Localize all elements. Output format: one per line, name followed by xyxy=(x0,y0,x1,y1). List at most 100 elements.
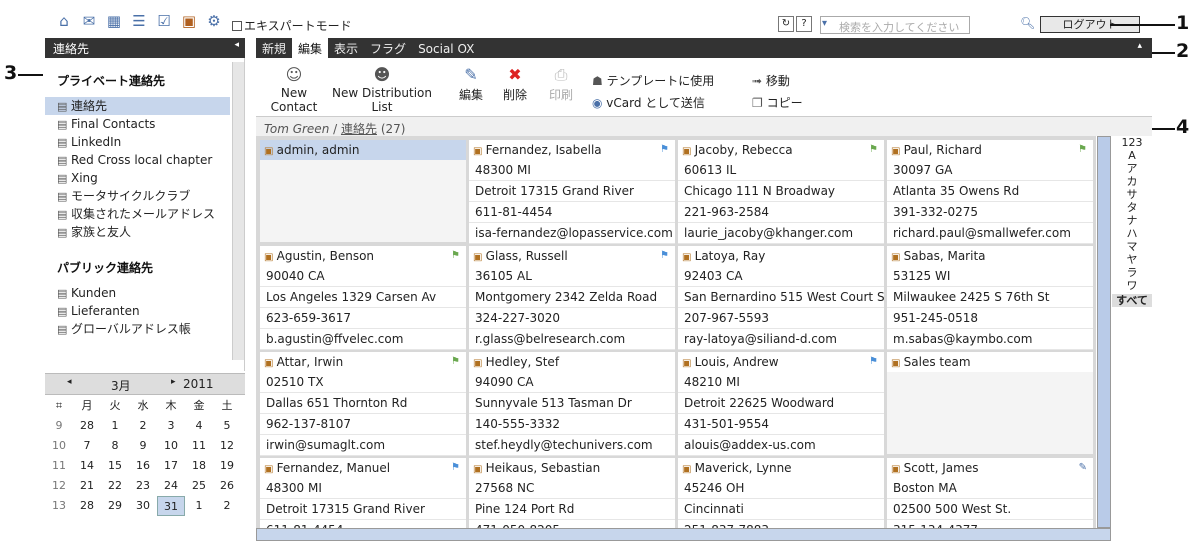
contacts-icon[interactable]: ☰ xyxy=(130,12,148,30)
calendar-day[interactable]: 1 xyxy=(101,416,129,436)
contact-card[interactable]: ▣ Louis, Andrew ⚑ 48210 MI Detroit 22625 Wo… xyxy=(678,352,884,456)
alpha-index-item[interactable]: ア xyxy=(1112,162,1152,175)
calendar-day[interactable]: 22 xyxy=(101,476,129,496)
calendar-day[interactable]: 3 xyxy=(157,416,185,436)
calendar-day[interactable]: 17 xyxy=(157,456,185,476)
tab-0[interactable]: 新規 xyxy=(256,38,292,59)
calendar-day[interactable]: 18 xyxy=(185,456,213,476)
calendar-day[interactable]: 12 xyxy=(213,436,241,456)
alpha-index-item[interactable]: ハ xyxy=(1112,227,1152,240)
folder-scrollbar[interactable] xyxy=(232,62,244,360)
contact-name-row[interactable]: ▣ Heikaus, Sebastian xyxy=(469,458,675,478)
calendar-day[interactable]: 15 xyxy=(101,456,129,476)
send-vcard-button[interactable]: ◉ vCard として送信 xyxy=(592,94,705,111)
calendar-day[interactable]: 26 xyxy=(213,476,241,496)
contact-card[interactable]: ▣ Hedley, Stef 94090 CA Sunnyvale 513 Tasm… xyxy=(469,352,675,456)
copy-button[interactable]: ❐ コピー xyxy=(752,94,803,111)
contact-name-row[interactable]: ▣ Maverick, Lynne xyxy=(678,458,884,478)
breadcrumb-folder[interactable]: 連絡先 xyxy=(341,122,377,136)
alpha-index-item[interactable]: タ xyxy=(1112,201,1152,214)
search-scope-icon[interactable]: ▾ xyxy=(822,18,827,29)
prev-month-icon[interactable]: ◂ xyxy=(67,377,72,387)
flag-icon[interactable]: ⚑ xyxy=(660,140,669,160)
alpha-index-item[interactable]: ナ xyxy=(1112,214,1152,227)
alpha-index-all[interactable]: すべて xyxy=(1112,294,1152,307)
calendar-day[interactable]: 21 xyxy=(73,476,101,496)
contact-card[interactable]: ▣ Heikaus, Sebastian 27568 NC Pine 124 Por… xyxy=(469,458,675,528)
tab-2[interactable]: 表示 xyxy=(328,38,364,59)
search-input[interactable]: 検索を入力してください xyxy=(820,16,970,34)
breadcrumb-user[interactable]: Tom Green xyxy=(264,122,329,136)
calendar-day[interactable]: 2 xyxy=(213,496,241,516)
new-contact-button[interactable]: ☺ New Contact xyxy=(268,66,320,115)
calendar-day[interactable]: 16 xyxy=(129,456,157,476)
calendar-day[interactable]: 28 xyxy=(73,496,101,516)
calendar-day[interactable]: 7 xyxy=(73,436,101,456)
contact-name-row[interactable]: ▣ Latoya, Ray xyxy=(678,246,884,266)
contact-card[interactable]: ▣ Sales team xyxy=(887,352,1093,454)
contact-card[interactable]: ▣ Agustin, Benson ⚑ 90040 CA Los Angeles 13… xyxy=(260,246,466,350)
contact-name-row[interactable]: ▣ Jacoby, Rebecca ⚑ xyxy=(678,140,884,160)
alpha-index-item[interactable]: 123 xyxy=(1112,136,1152,149)
contact-name-row[interactable]: ▣ Attar, Irwin ⚑ xyxy=(260,352,466,372)
folder-item[interactable]: ▤ LinkedIn xyxy=(45,133,244,151)
collapse-panel-icon[interactable]: ◂ xyxy=(234,40,239,50)
tab-1[interactable]: 編集 xyxy=(292,38,329,59)
calendar-day[interactable]: 25 xyxy=(185,476,213,496)
contact-name-row[interactable]: ▣ Sales team xyxy=(887,352,1093,372)
flag-icon[interactable]: ⚑ xyxy=(451,246,460,266)
refresh-icon[interactable]: ↻ xyxy=(778,16,794,32)
contact-card[interactable]: ▣ Latoya, Ray 92403 CA San Bernardino 515 … xyxy=(678,246,884,350)
contact-name-row[interactable]: ▣ Scott, James ✎ xyxy=(887,458,1093,478)
contact-card[interactable]: ▣ Maverick, Lynne45246 OHCincinnati251-8… xyxy=(678,458,884,528)
alpha-index-item[interactable]: マ xyxy=(1112,240,1152,253)
contact-name-row[interactable]: ▣ Fernandez, Isabella ⚑ xyxy=(469,140,675,160)
home-icon[interactable]: ⌂ xyxy=(55,12,73,30)
contact-name-row[interactable]: ▣ Sabas, Marita xyxy=(887,246,1093,266)
folder-item[interactable]: ▤ Kunden xyxy=(45,284,244,302)
flag-icon[interactable]: ⚑ xyxy=(660,246,669,266)
folder-item[interactable]: ▤ Lieferanten xyxy=(45,302,244,320)
calendar-day[interactable]: 5 xyxy=(213,416,241,436)
folder-item[interactable]: ▤ 収集されたメールアドレス xyxy=(45,205,244,223)
search-icon[interactable]: 🔍︎ xyxy=(1020,16,1035,30)
expert-mode-checkbox[interactable] xyxy=(232,20,242,31)
contact-name-row[interactable]: ▣ Paul, Richard ⚑ xyxy=(887,140,1093,160)
contact-card[interactable]: ▣ Paul, Richard ⚑ 30097 GA Atlanta 35 Owens… xyxy=(887,140,1093,244)
calendar-month[interactable]: 3月 xyxy=(111,377,131,394)
tasks-icon[interactable]: ☑ xyxy=(155,12,173,30)
contact-name-row[interactable]: ▣ Hedley, Stef xyxy=(469,352,675,372)
contact-card[interactable]: ▣ Fernandez, Manuel ⚑ 48300 MI Detroit 1731… xyxy=(260,458,466,528)
use-template-button[interactable]: ☗ テンプレートに使用 xyxy=(592,72,714,89)
folder-item[interactable]: ▤ Xing xyxy=(45,169,244,187)
calendar-day[interactable]: 24 xyxy=(157,476,185,496)
contact-name-row[interactable]: ▣ admin, admin xyxy=(260,140,466,160)
flag-icon[interactable]: ⚑ xyxy=(1078,140,1087,160)
mail-icon[interactable]: ✉ xyxy=(80,12,98,30)
settings-gear-icon[interactable]: ⚙ xyxy=(205,12,223,30)
calendar-day[interactable]: 10 xyxy=(157,436,185,456)
flag-icon[interactable]: ⚑ xyxy=(869,140,878,160)
edit-button[interactable]: ✎ 編集 xyxy=(456,66,486,103)
alpha-index-item[interactable]: ワ xyxy=(1112,279,1152,292)
alpha-index-item[interactable]: A xyxy=(1112,149,1152,162)
calendar-day[interactable]: 2 xyxy=(129,416,157,436)
calendar-day[interactable]: 30 xyxy=(129,496,157,516)
move-button[interactable]: ➟ 移動 xyxy=(752,72,790,89)
flag-icon[interactable]: ⚑ xyxy=(451,352,460,372)
grid-horizontal-scrollbar[interactable] xyxy=(256,528,1111,541)
contact-card[interactable]: ▣ Fernandez, Isabella ⚑ 48300 MI Detroit 17… xyxy=(469,140,675,244)
infostore-icon[interactable]: ▣ xyxy=(180,12,198,30)
calendar-day[interactable]: 4 xyxy=(185,416,213,436)
contact-card[interactable]: ▣ admin, admin xyxy=(260,140,466,242)
contact-card[interactable]: ▣ Attar, Irwin ⚑ 02510 TX Dallas 651 Thornt… xyxy=(260,352,466,456)
folder-item[interactable]: ▤ 連絡先 xyxy=(45,97,230,115)
calendar-icon[interactable]: ▦ xyxy=(105,12,123,30)
grid-vertical-scrollbar[interactable] xyxy=(1097,136,1111,528)
tab-4[interactable]: Social OX xyxy=(412,40,480,58)
new-distribution-list-button[interactable]: ☻ New Distribution List xyxy=(332,66,432,115)
calendar-day[interactable]: 28 xyxy=(73,416,101,436)
contact-name-row[interactable]: ▣ Glass, Russell ⚑ xyxy=(469,246,675,266)
calendar-day[interactable]: 9 xyxy=(129,436,157,456)
calendar-day[interactable]: 29 xyxy=(101,496,129,516)
